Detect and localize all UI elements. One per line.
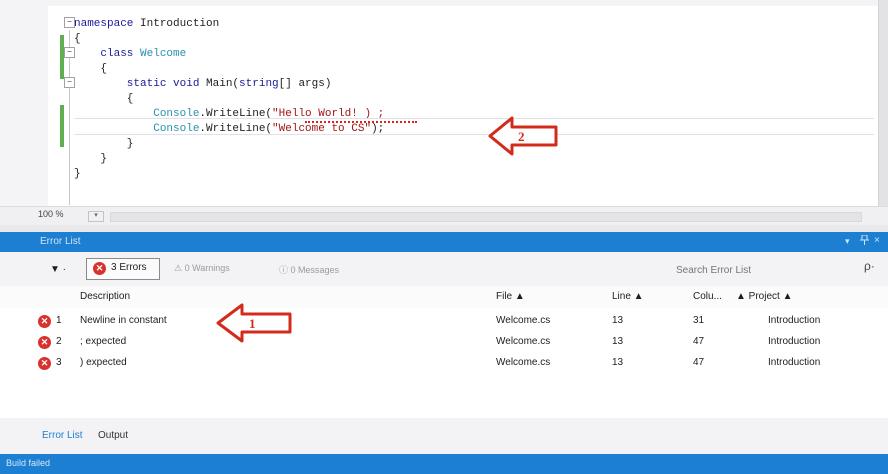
current-line-highlight <box>74 118 874 135</box>
error-icon: ✕ <box>38 336 51 349</box>
warnings-toggle-button[interactable]: ⚠ 0 Warnings <box>174 263 230 274</box>
code-token: [] args) <box>278 78 332 90</box>
code-token: string <box>239 78 279 90</box>
error-list-title-bar: Error List ▾ × <box>0 232 888 252</box>
collapse-namespace-toggle[interactable]: − <box>64 17 75 28</box>
error-description: Newline in constant <box>80 315 167 326</box>
code-line[interactable]: } <box>74 152 107 167</box>
error-column: 31 <box>693 315 705 326</box>
error-project: Introduction <box>768 315 821 326</box>
editor-text-area[interactable]: namespace Introduction{ class Welcome { … <box>48 6 878 206</box>
pin-icon[interactable] <box>860 234 869 247</box>
zoom-level[interactable]: 100 % <box>38 209 64 219</box>
error-icon: ✕ <box>38 357 51 370</box>
editor-vertical-scrollbar[interactable] <box>878 0 888 212</box>
code-line[interactable]: class Welcome <box>74 47 186 62</box>
code-token: namespace <box>74 18 141 30</box>
code-editor[interactable]: namespace Introduction{ class Welcome { … <box>0 0 888 212</box>
search-error-list-input[interactable] <box>670 262 872 278</box>
error-number: 3 <box>56 357 62 368</box>
error-number: 2 <box>56 336 62 347</box>
errors-label: 3 Errors <box>111 262 147 273</box>
error-icon: ✕ <box>38 315 51 328</box>
code-token: class <box>74 48 141 60</box>
code-token: } <box>74 153 108 165</box>
column-header-description[interactable]: Description <box>80 291 130 302</box>
code-line[interactable]: { <box>74 62 107 77</box>
code-line[interactable]: } <box>74 137 134 152</box>
error-number: 1 <box>56 315 62 326</box>
status-bar: Build failed <box>0 454 888 474</box>
collapse-method-toggle[interactable]: − <box>64 77 75 88</box>
annotation-arrow-2: 2 <box>488 116 558 156</box>
zoom-dropdown-icon[interactable]: ▾ <box>88 211 104 222</box>
annotation-arrow-1: 1 <box>216 303 292 343</box>
collapse-class-toggle[interactable]: − <box>64 47 75 58</box>
code-token: } <box>74 138 134 150</box>
error-line: 13 <box>612 315 624 326</box>
error-line: 13 <box>612 336 624 347</box>
bottom-tab-strip: Error List Output <box>0 418 888 454</box>
error-column: 47 <box>693 357 705 368</box>
search-icon[interactable]: ρ· <box>864 259 875 273</box>
editor-zoom-bar: 100 % ▾ <box>0 206 888 225</box>
tab-error-list[interactable]: Error List <box>42 430 83 441</box>
close-icon[interactable]: × <box>874 235 880 246</box>
code-line[interactable]: static void Main(string[] args) <box>74 77 332 92</box>
error-file: Welcome.cs <box>496 315 551 326</box>
error-list-toolbar: ▼ · ✕ 3 Errors ⚠ 0 Warnings ⓘ 0 Messages… <box>0 252 888 286</box>
panel-title: Error List <box>40 236 81 247</box>
code-token: { <box>74 33 81 45</box>
column-header-project[interactable]: ▲ Project ▲ <box>736 291 792 302</box>
column-header-column[interactable]: Colu... <box>693 291 722 302</box>
messages-toggle-button[interactable]: ⓘ 0 Messages <box>279 263 339 276</box>
table-row[interactable]: ✕ 3 ) expected Welcome.cs 13 47 Introduc… <box>0 353 888 373</box>
code-token: Introduction <box>140 18 220 30</box>
table-row[interactable]: ✕ 1 Newline in constant Welcome.cs 13 31… <box>0 311 888 331</box>
annotation-number-2: 2 <box>518 129 525 144</box>
panel-dropdown-icon[interactable]: ▾ <box>845 236 850 247</box>
editor-horizontal-scrollbar[interactable] <box>110 212 862 222</box>
code-token: static void <box>74 78 207 90</box>
error-list-header: Description File ▲ Line ▲ Colu... ▲ Proj… <box>0 286 888 309</box>
change-indicator <box>60 105 64 147</box>
column-header-file[interactable]: File ▲ <box>496 291 525 302</box>
filter-dropdown[interactable]: ▼ · <box>50 264 66 275</box>
code-token: } <box>74 168 81 180</box>
errors-toggle-button[interactable]: ✕ 3 Errors <box>86 258 160 280</box>
error-project: Introduction <box>768 336 821 347</box>
error-list-body: ✕ 1 Newline in constant Welcome.cs 13 31… <box>0 308 888 418</box>
error-description: ) expected <box>80 357 127 368</box>
status-text: Build failed <box>6 458 51 468</box>
table-row[interactable]: ✕ 2 ; expected Welcome.cs 13 47 Introduc… <box>0 332 888 352</box>
error-line: 13 <box>612 357 624 368</box>
annotation-number-1: 1 <box>249 316 256 331</box>
code-token: { <box>74 93 134 105</box>
error-description: ; expected <box>80 336 127 347</box>
tab-output[interactable]: Output <box>98 430 128 441</box>
code-line[interactable]: } <box>74 167 81 182</box>
column-header-line[interactable]: Line ▲ <box>612 291 644 302</box>
error-column: 47 <box>693 336 705 347</box>
code-token: { <box>74 63 108 75</box>
error-icon: ✕ <box>93 262 106 275</box>
error-file: Welcome.cs <box>496 336 551 347</box>
code-token: Main( <box>206 78 240 90</box>
error-project: Introduction <box>768 357 821 368</box>
error-file: Welcome.cs <box>496 357 551 368</box>
code-line[interactable]: { <box>74 92 134 107</box>
code-token: Welcome <box>140 48 187 60</box>
code-line[interactable]: { <box>74 32 81 47</box>
code-line[interactable]: namespace Introduction <box>74 17 219 32</box>
